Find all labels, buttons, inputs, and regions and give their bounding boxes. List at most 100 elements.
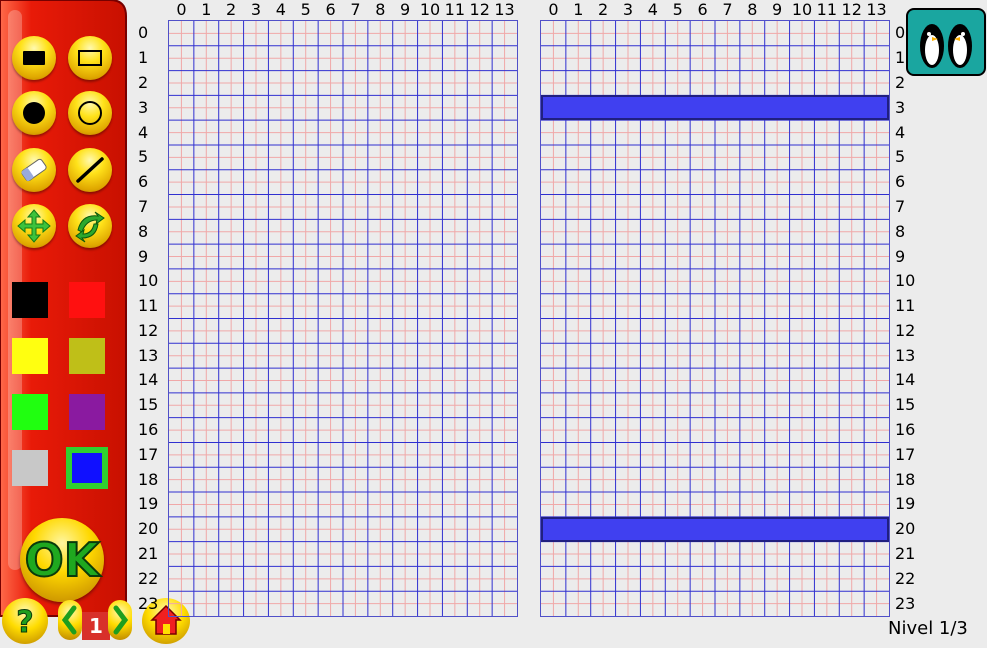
left-grid-row-label: 12 [138, 320, 159, 340]
outline-rectangle-icon [78, 50, 102, 66]
color-swatch-blue[interactable] [66, 447, 108, 489]
outline-rectangle-tool[interactable] [68, 36, 112, 80]
filled-circle-tool[interactable] [12, 91, 56, 135]
color-swatch-purple[interactable] [69, 394, 105, 430]
left-grid-row-label: 7 [138, 196, 149, 216]
left-grid-row-label: 17 [138, 444, 159, 464]
outline-circle-icon [78, 101, 102, 125]
eraser-tool[interactable] [12, 148, 56, 192]
color-swatch-green[interactable] [12, 394, 48, 430]
color-swatch-red[interactable] [69, 282, 105, 318]
color-swatch-yellow[interactable] [12, 338, 48, 374]
left-grid-column-label: 5 [300, 0, 311, 19]
move-tool[interactable] [12, 204, 56, 248]
right-grid-row-label: 6 [895, 172, 906, 192]
left-grid-row-label: 9 [138, 246, 149, 266]
right-grid-row-label: 18 [895, 469, 916, 489]
right-grid-column-label: 8 [747, 0, 758, 19]
right-grid-column-label: 6 [697, 0, 708, 19]
right-grid-row-label: 5 [895, 147, 906, 167]
penguins-logo[interactable] [906, 8, 986, 76]
right-grid-row-label: 23 [895, 593, 916, 613]
right-grid-row-label: 21 [895, 544, 916, 564]
page-number: 1 [82, 612, 110, 640]
filled-row-20 [541, 516, 889, 542]
help-button[interactable]: ? [2, 598, 48, 644]
left-grid-row-label: 6 [138, 172, 149, 192]
left-grid-row-label: 22 [138, 568, 159, 588]
color-swatch-black[interactable] [12, 282, 48, 318]
right-grid-column-label: 13 [866, 0, 887, 19]
right-grid-row-label: 17 [895, 444, 916, 464]
line-icon [76, 157, 104, 183]
filled-rectangle-icon [23, 51, 45, 65]
filled-row-3 [541, 95, 889, 121]
left-grid-row-label: 16 [138, 420, 159, 440]
right-grid-row-label: 11 [895, 296, 916, 316]
flip-tool[interactable] [68, 204, 112, 248]
right-grid-column-label: 11 [816, 0, 838, 19]
left-grid-row-label: 19 [138, 494, 159, 514]
left-grid-row-label: 11 [138, 296, 159, 316]
ok-button[interactable]: OK [20, 518, 104, 602]
line-tool[interactable] [68, 148, 112, 192]
right-grid-row-label: 9 [895, 246, 906, 266]
svg-text:?: ? [16, 605, 33, 640]
left-grid-column-label: 11 [444, 0, 466, 19]
right-grid-row-label: 1 [895, 48, 906, 68]
drawing-grid[interactable] [540, 20, 890, 617]
right-grid-row-label: 12 [895, 320, 916, 340]
left-grid-column-label: 12 [469, 0, 490, 19]
right-grid-column-label: 12 [841, 0, 862, 19]
right-grid-column-label: 5 [672, 0, 683, 19]
left-grid-row-label: 23 [138, 593, 159, 613]
right-grid-column-label: 7 [722, 0, 733, 19]
right-grid-row-label: 19 [895, 494, 916, 514]
outline-circle-tool[interactable] [68, 91, 112, 135]
right-grid-row-label: 13 [895, 345, 916, 365]
right-arrow-icon [113, 605, 129, 635]
left-grid-column-label: 0 [176, 0, 187, 19]
left-grid-column-label: 8 [375, 0, 386, 19]
right-grid-row-label: 22 [895, 568, 916, 588]
filled-rectangle-tool[interactable] [12, 36, 56, 80]
right-grid-column-label: 3 [622, 0, 634, 19]
previous-button[interactable] [58, 600, 82, 640]
right-grid-row-label: 20 [895, 519, 916, 539]
left-grid-row-label: 4 [138, 122, 149, 142]
left-grid-row-label: 10 [138, 271, 159, 291]
color-swatch-olive[interactable] [69, 338, 105, 374]
right-grid-column-label: 4 [647, 0, 658, 19]
left-grid-row-label: 21 [138, 544, 159, 564]
left-grid-column-label: 4 [275, 0, 286, 19]
right-grid-row-label: 8 [895, 221, 906, 241]
right-grid-row-label: 0 [895, 23, 906, 43]
level-indicator: Nivel 1/3 [888, 618, 968, 639]
left-grid-row-label: 14 [138, 370, 159, 390]
filled-circle-icon [23, 102, 45, 124]
left-grid-column-label: 9 [400, 0, 411, 19]
right-grid-column-label: 1 [573, 0, 584, 19]
left-grid-column-label: 13 [494, 0, 515, 19]
left-grid-row-label: 13 [138, 345, 159, 365]
next-button[interactable] [108, 600, 132, 640]
left-grid-column-label: 2 [226, 0, 237, 19]
left-grid-row-label: 2 [138, 72, 149, 92]
move-arrows-icon [17, 209, 51, 243]
left-grid-row-label: 0 [138, 23, 149, 43]
right-grid-row-label: 4 [895, 122, 906, 142]
left-grid-column-label: 6 [325, 0, 336, 19]
model-grid-lines [169, 21, 517, 616]
left-grid-row-label: 8 [138, 221, 149, 241]
color-swatch-gray[interactable] [12, 450, 48, 486]
right-grid-column-label: 9 [772, 0, 783, 19]
right-grid-row-label: 14 [895, 370, 916, 390]
right-grid-column-label: 0 [548, 0, 559, 19]
right-grid-row-label: 10 [895, 271, 916, 291]
left-grid-row-label: 3 [138, 97, 149, 117]
eraser-icon [21, 158, 47, 182]
right-grid-row-label: 3 [895, 97, 906, 117]
right-grid-row-label: 15 [895, 395, 916, 415]
ok-label: OK [24, 532, 101, 588]
right-grid-row-label: 16 [895, 420, 916, 440]
